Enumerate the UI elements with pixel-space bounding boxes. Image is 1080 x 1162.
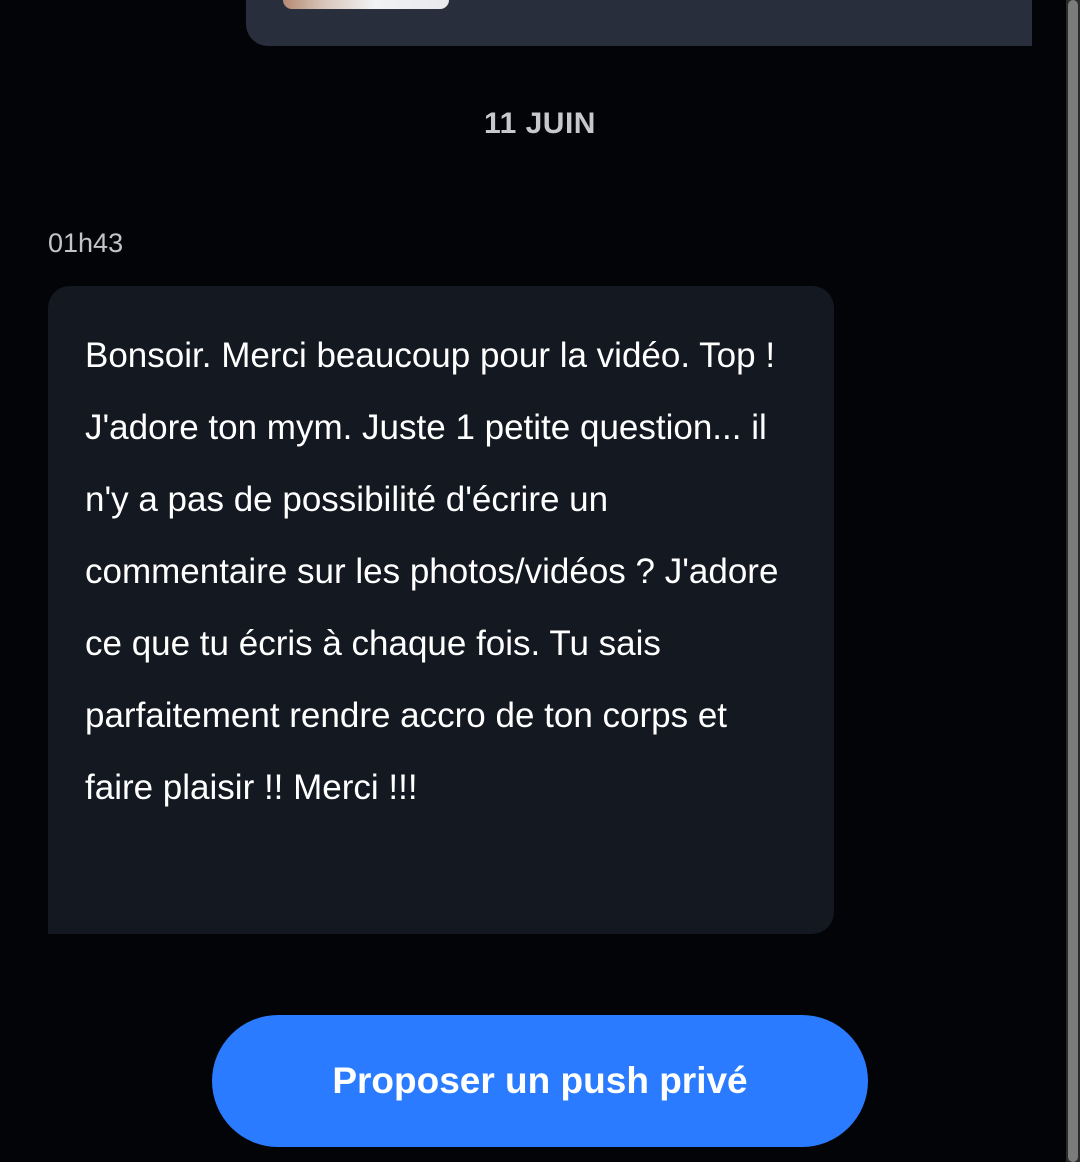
chat-screen: { "conversation": { "date_separator": "1…: [0, 0, 1080, 1162]
propose-private-push-button[interactable]: Proposer un push privé: [212, 1015, 868, 1147]
message-text: Bonsoir. Merci beaucoup pour la vidéo. T…: [85, 336, 779, 807]
incoming-message-bubble[interactable]: Bonsoir. Merci beaucoup pour la vidéo. T…: [48, 286, 834, 934]
previous-message-bubble[interactable]: [246, 0, 1032, 46]
scrollbar-thumb[interactable]: [1068, 0, 1078, 1162]
message-timestamp: 01h43: [48, 228, 124, 258]
date-separator: 11 JUIN: [484, 107, 596, 140]
media-thumbnail[interactable]: [282, 0, 450, 10]
